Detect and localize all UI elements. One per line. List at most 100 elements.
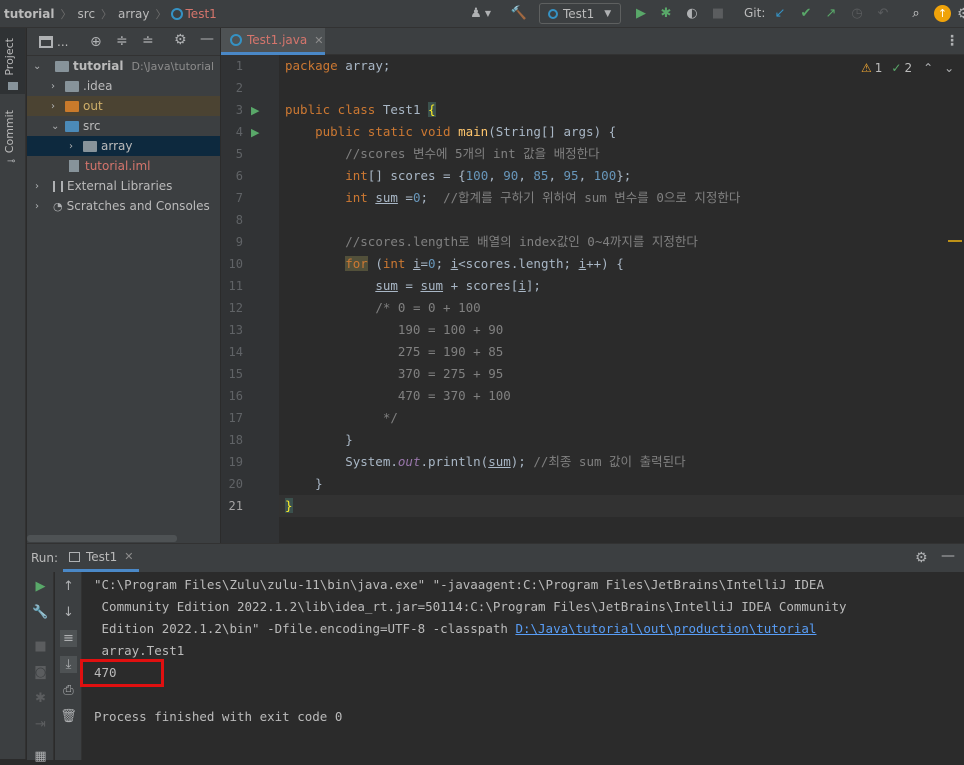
code-line-18: } <box>285 432 353 447</box>
tree-item-idea[interactable]: › .idea <box>27 76 220 96</box>
chevron-down-icon[interactable]: ⌄ <box>944 61 954 75</box>
close-icon[interactable]: ✕ <box>124 550 133 563</box>
tree-item-label: tutorial <box>73 59 124 73</box>
run-configuration-select[interactable]: Test1 ▼ <box>539 3 621 24</box>
coverage-icon[interactable]: ◐ <box>684 6 700 22</box>
minimize-icon[interactable]: — <box>200 31 214 47</box>
tab-label: Test1.java <box>247 33 308 47</box>
line-number: 4 <box>235 125 243 139</box>
tree-item-src[interactable]: ⌄ src <box>27 116 220 136</box>
chevron-down-icon: ▼ <box>604 8 612 19</box>
minimize-icon[interactable]: — <box>941 548 955 564</box>
user-icon[interactable]: ♟ <box>468 6 484 22</box>
line-gutter: 1 2 3 4 5 6 7 8 9 10 11 12 13 14 15 16 1… <box>221 55 279 543</box>
git-push-icon[interactable]: ↗ <box>823 6 839 22</box>
debug-icon[interactable]: ✱ <box>32 690 49 707</box>
wrench-icon[interactable]: 🔧 <box>32 604 49 621</box>
console-line: Process finished with exit code 0 <box>94 709 343 724</box>
left-tool-strip: Project Commit ⊸ <box>0 28 26 759</box>
run-toolbar-secondary: ↑ ↓ ≡ ⤓ ⎙ 🗑 <box>55 572 82 760</box>
project-header-label[interactable]: ... <box>57 35 68 49</box>
collapse-all-icon[interactable]: ≐ <box>142 33 154 49</box>
console-line: "C:\Program Files\Zulu\zulu-11\bin\java.… <box>94 577 824 592</box>
code-line-21: } <box>285 498 293 513</box>
breadcrumb-array[interactable]: array <box>114 0 153 28</box>
code-line-14: 275 = 190 + 85 <box>285 344 504 359</box>
gear-icon[interactable]: ⚙ <box>174 32 187 48</box>
tree-item-out[interactable]: › out <box>27 96 220 116</box>
layout-icon[interactable]: ▦ <box>32 748 49 765</box>
expand-all-icon[interactable]: ≑ <box>116 33 128 49</box>
line-number: 15 <box>228 367 243 381</box>
chevron-right-icon: › <box>69 140 73 152</box>
stop-icon[interactable]: ■ <box>710 6 726 22</box>
horizontal-scrollbar[interactable] <box>27 535 177 542</box>
run-gutter-icon[interactable]: ▶ <box>251 126 259 139</box>
breadcrumb-separator: 〉 <box>155 7 167 21</box>
arrow-down-icon[interactable]: ↓ <box>60 604 77 621</box>
breadcrumb-separator: 〉 <box>101 7 113 21</box>
console-output[interactable]: "C:\Program Files\Zulu\zulu-11\bin\java.… <box>80 572 964 760</box>
tree-item-external-libraries[interactable]: › External Libraries <box>27 176 220 196</box>
chevron-right-icon: › <box>35 200 39 212</box>
line-number: 12 <box>228 301 243 315</box>
search-icon[interactable]: ⌕ <box>908 6 924 22</box>
line-number: 18 <box>228 433 243 447</box>
trash-icon[interactable]: 🗑 <box>60 708 77 725</box>
chevron-right-icon: › <box>51 80 55 92</box>
run-toolbar-primary: ▶ 🔧 ■ ◙ ✱ ⇥ ▦ <box>27 572 54 764</box>
gear-icon[interactable]: ⚙ <box>915 550 928 566</box>
tab-commit-label[interactable]: Commit <box>3 110 16 153</box>
update-icon[interactable]: ↑ <box>934 5 951 22</box>
print-icon[interactable]: ⎙ <box>60 682 77 699</box>
java-class-icon <box>548 8 558 19</box>
chevron-up-icon[interactable]: ⌃ <box>923 61 933 75</box>
breadcrumb-tutorial[interactable]: tutorial <box>0 0 59 28</box>
stop-icon[interactable]: ■ <box>32 638 49 655</box>
tree-item-label: .idea <box>83 79 113 93</box>
settings-icon[interactable]: ⚙ <box>957 6 964 22</box>
tree-item-scratches[interactable]: › ◔ Scratches and Consoles <box>27 196 220 216</box>
arrow-up-icon[interactable]: ↑ <box>60 578 77 595</box>
more-options-icon[interactable]: ⋮ <box>945 33 959 49</box>
tree-item-tutorial-iml[interactable]: tutorial.iml <box>27 156 220 176</box>
code-line-7: int sum =0; //합계를 구하기 위하여 sum 변수를 0으로 지정… <box>345 190 741 205</box>
line-number: 1 <box>235 59 243 73</box>
build-hammer-icon[interactable]: 🔨 <box>511 6 527 22</box>
tree-item-array[interactable]: › array <box>27 136 220 156</box>
tree-item-label: src <box>83 119 101 133</box>
breadcrumb-src[interactable]: src <box>74 0 100 28</box>
history-icon[interactable]: ◷ <box>849 6 865 22</box>
soft-wrap-icon[interactable]: ≡ <box>60 630 77 647</box>
rerun-icon[interactable]: ▶ <box>32 578 49 595</box>
camera-icon[interactable]: ◙ <box>32 664 49 681</box>
run-icon[interactable]: ▶ <box>633 6 649 22</box>
code-line-10: for (int i=0; i<scores.length; i++) { <box>345 256 624 271</box>
tab-test1-java[interactable]: Test1.java ✕ <box>221 28 325 55</box>
java-class-icon <box>230 34 242 46</box>
breadcrumb-file[interactable]: Test1 <box>186 0 221 28</box>
scroll-to-end-icon[interactable]: ⤓ <box>60 656 77 673</box>
locate-icon[interactable]: ⊕ <box>90 34 102 50</box>
rollback-icon[interactable]: ↶ <box>875 6 891 22</box>
git-commit-icon[interactable]: ✔ <box>798 6 814 22</box>
run-gutter-icon[interactable]: ▶ <box>251 104 259 117</box>
line-number: 7 <box>235 191 243 205</box>
git-update-icon[interactable]: ↙ <box>772 6 788 22</box>
close-icon[interactable]: ✕ <box>314 34 323 47</box>
classpath-link[interactable]: D:\Java\tutorial\out\production\tutorial <box>515 621 816 636</box>
project-view-icon[interactable] <box>39 35 53 48</box>
inspection-widget[interactable]: ⚠ 1 ✓ 2 ⌃ ⌄ <box>861 61 954 75</box>
line-number: 13 <box>228 323 243 337</box>
exit-icon[interactable]: ⇥ <box>32 716 49 733</box>
debug-icon[interactable]: ✱ <box>658 6 674 22</box>
tree-item-label: Scratches and Consoles <box>66 199 210 213</box>
line-number: 3 <box>235 103 243 117</box>
code-area[interactable]: package array; public class Test1 { publ… <box>279 55 964 543</box>
run-configuration-label: Test1 <box>563 6 595 21</box>
tree-item-label: array <box>101 139 133 153</box>
chevron-right-icon: › <box>51 100 55 112</box>
package-icon <box>83 140 97 152</box>
tab-run-test1[interactable]: Test1 ✕ <box>63 544 140 572</box>
tree-item-tutorial[interactable]: ⌄ tutorial D:\Java\tutorial <box>27 56 220 76</box>
